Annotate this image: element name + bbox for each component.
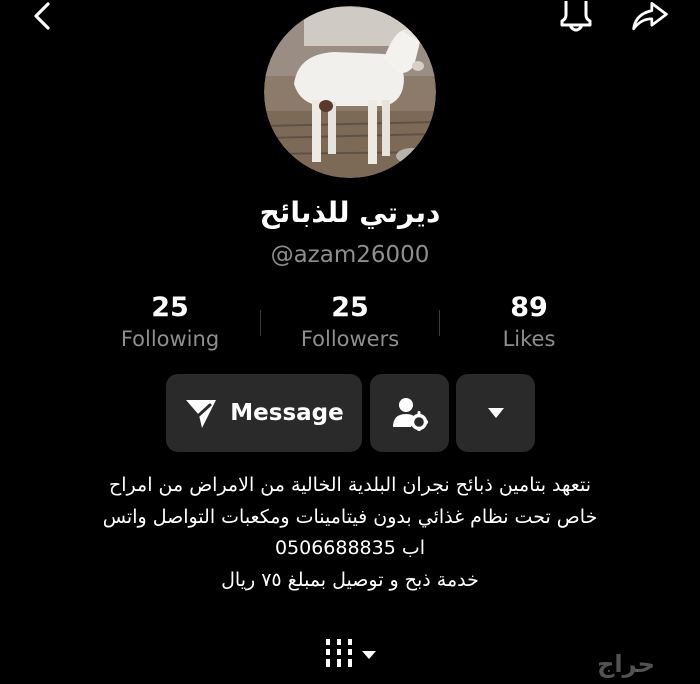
grid-columns-icon bbox=[326, 639, 376, 667]
bell-icon bbox=[560, 1, 592, 32]
bio-line: خدمة ذبح و توصيل بمبلغ ٧٥ ريال bbox=[221, 568, 479, 591]
username: @azam26000 bbox=[270, 242, 430, 268]
stat-divider bbox=[439, 310, 440, 336]
likes-count: 89 bbox=[510, 292, 548, 323]
following-count: 25 bbox=[151, 292, 189, 323]
follow-settings-button[interactable] bbox=[370, 374, 449, 452]
tab-videos[interactable] bbox=[324, 637, 384, 673]
avatar[interactable] bbox=[264, 6, 436, 178]
bio-line: خاص تحت نظام غذائي بدون فيتامينات ومكعبا… bbox=[102, 505, 598, 528]
goat-avatar-image bbox=[264, 6, 436, 178]
followers-count: 25 bbox=[331, 292, 369, 323]
person-gear-icon bbox=[392, 398, 428, 431]
chevron-left-icon bbox=[34, 2, 50, 30]
message-button[interactable]: Message bbox=[166, 374, 362, 452]
display-name: ديرتي للذبائح bbox=[259, 196, 441, 229]
followers-label: Followers bbox=[300, 327, 400, 351]
likes-label: Likes bbox=[502, 327, 556, 351]
bio-line: نتعهد بتامين ذبائح نجران البلدية الخالية… bbox=[109, 474, 591, 496]
haraj-watermark: حراج bbox=[556, 648, 696, 680]
share-arrow-icon bbox=[632, 1, 668, 31]
stat-followers[interactable]: 25 Followers bbox=[265, 292, 435, 354]
stat-likes[interactable]: 89 Likes bbox=[444, 292, 614, 354]
back-button[interactable] bbox=[22, 0, 62, 34]
bio-line: اب 0506688835 bbox=[274, 537, 426, 559]
more-options-button[interactable] bbox=[456, 374, 535, 452]
share-button[interactable] bbox=[630, 0, 670, 34]
stat-following[interactable]: 25 Following bbox=[85, 292, 255, 354]
following-label: Following bbox=[120, 327, 220, 351]
message-button-label: Message bbox=[230, 400, 344, 426]
watermark-text: حراج bbox=[597, 650, 655, 678]
stat-divider bbox=[260, 310, 261, 336]
send-icon bbox=[186, 400, 217, 428]
profile-bio: نتعهد بتامين ذبائح نجران البلدية الخالية… bbox=[30, 470, 670, 596]
caret-down-icon bbox=[487, 408, 504, 418]
notification-button[interactable] bbox=[556, 0, 596, 34]
